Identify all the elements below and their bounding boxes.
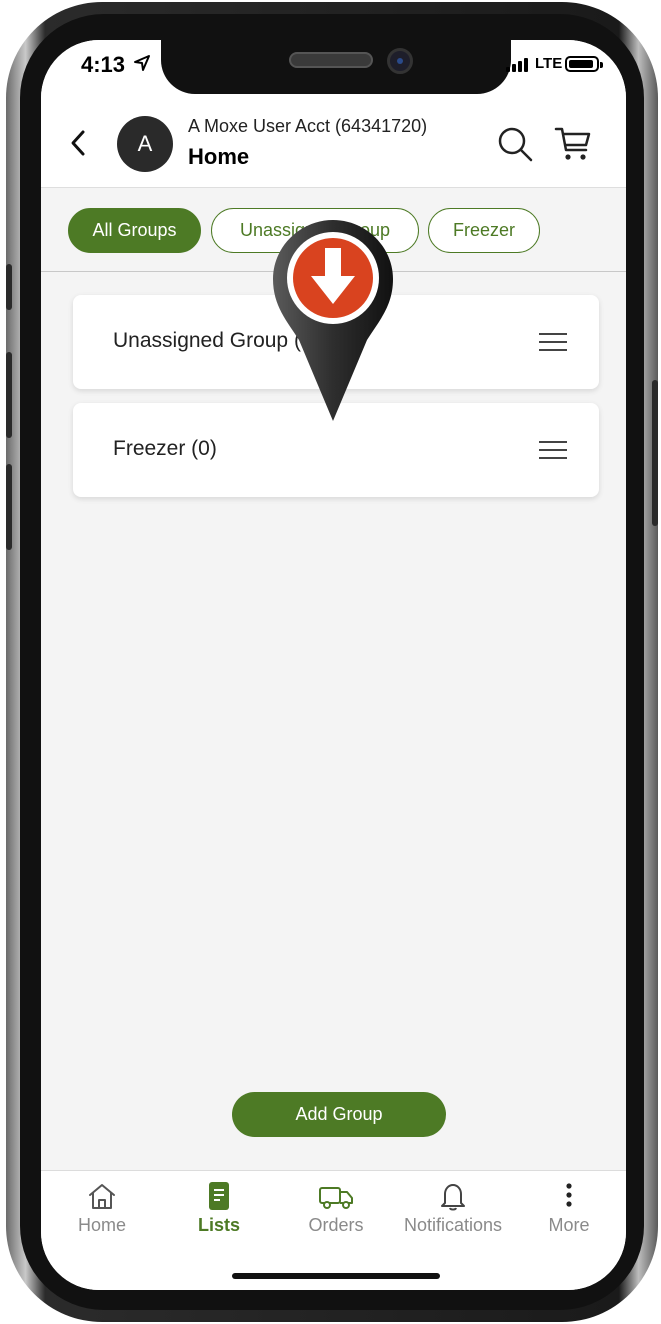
chip-all-groups[interactable]: All Groups — [68, 208, 201, 253]
tab-label: Notifications — [403, 1215, 503, 1235]
search-icon[interactable] — [495, 124, 535, 164]
drag-handle-icon[interactable] — [539, 441, 567, 461]
battery-icon — [565, 56, 603, 72]
status-time: 4:13 — [81, 52, 126, 77]
tab-label: Orders — [308, 1215, 364, 1235]
location-arrow-icon — [134, 55, 150, 71]
app-screen: 4:13 LTE A A Moxe User Acct (64341720) H… — [41, 40, 626, 1290]
add-group-button[interactable]: Add Group — [232, 1092, 446, 1137]
notch — [161, 40, 511, 94]
tab-more[interactable]: More — [514, 1181, 624, 1241]
list-icon — [209, 1182, 229, 1210]
tab-notifications[interactable]: Notifications — [393, 1181, 513, 1241]
bottom-tab-bar: Home Lists Orders Notifications More — [41, 1170, 626, 1290]
home-indicator — [232, 1273, 440, 1279]
avatar[interactable]: A — [117, 116, 173, 172]
volume-down-button — [6, 464, 12, 550]
status-bar: 4:13 LTE — [41, 40, 626, 98]
download-pin-icon — [273, 220, 393, 421]
home-icon — [89, 1184, 115, 1209]
power-button — [652, 380, 658, 526]
app-header: A A Moxe User Acct (64341720) Home — [41, 98, 626, 188]
tab-home[interactable]: Home — [47, 1181, 157, 1241]
network-type: LTE — [535, 55, 563, 72]
speaker — [289, 52, 373, 68]
more-vertical-icon — [566, 1183, 572, 1207]
volume-up-button — [6, 352, 12, 438]
drag-handle-icon[interactable] — [539, 333, 567, 353]
front-camera — [387, 48, 413, 74]
truck-icon — [319, 1187, 353, 1209]
signal-icon — [506, 58, 528, 72]
group-label: Freezer (0) — [113, 437, 217, 460]
chip-freezer[interactable]: Freezer — [428, 208, 540, 253]
mute-switch — [6, 264, 12, 310]
back-button[interactable] — [63, 126, 93, 160]
tab-orders[interactable]: Orders — [281, 1181, 391, 1241]
account-name: A Moxe User Acct (64341720) — [188, 116, 428, 136]
chevron-left-icon — [71, 130, 85, 156]
tab-label: Home — [77, 1215, 126, 1235]
tab-label: Lists — [197, 1215, 240, 1235]
cart-icon[interactable] — [553, 124, 593, 164]
page-title: Home — [188, 144, 250, 169]
bell-icon — [441, 1184, 465, 1211]
tab-label: More — [548, 1215, 590, 1235]
tab-lists[interactable]: Lists — [164, 1181, 274, 1241]
